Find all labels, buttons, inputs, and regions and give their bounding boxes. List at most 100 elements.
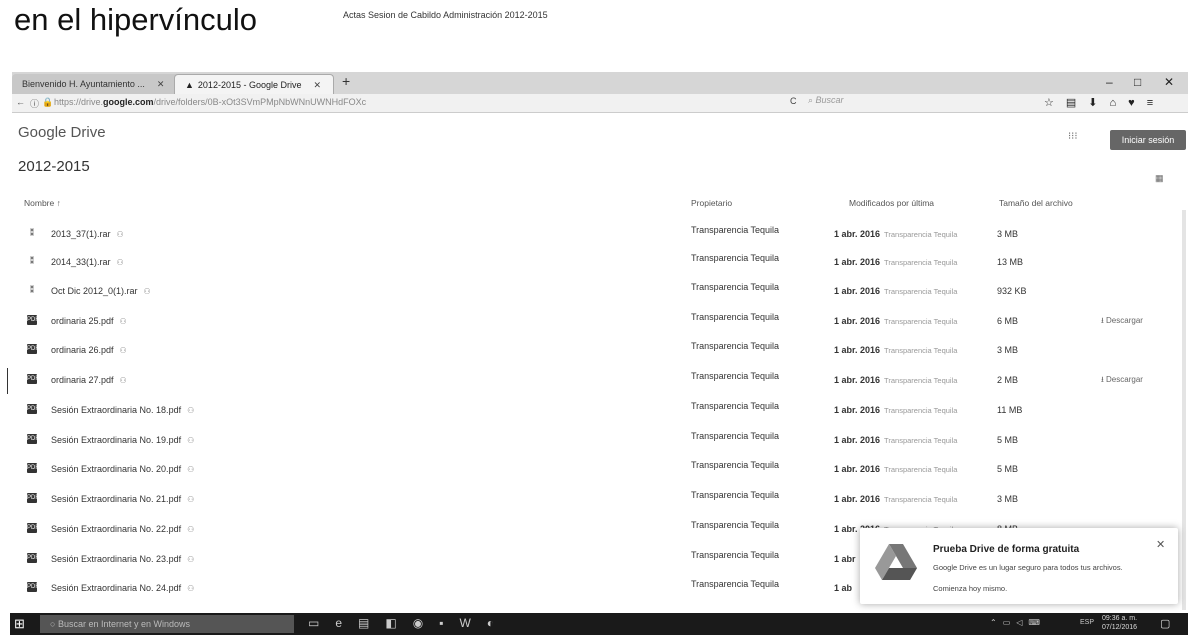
pocket-icon[interactable]: ♥ [1128,97,1147,109]
shared-icon: ⚇ [187,406,195,415]
modified-by: Transparencia Tequila [884,287,958,296]
chevron-up-icon[interactable]: ⌃ [990,618,1003,627]
modified-by: Transparencia Tequila [884,230,958,239]
reading-list-icon[interactable]: ▤ [1066,97,1088,109]
download-icon[interactable]: ⬇ [1088,97,1109,109]
menu-icon[interactable]: ≡ [1147,97,1165,109]
file-row[interactable]: PDF Sesión Extraordinaria No. 18.pdf ⚇ Tran… [0,401,1188,433]
file-row[interactable]: PDF ordinaria 26.pdf ⚇ Transparencia Tequil… [0,341,1188,373]
new-tab-button[interactable]: + [342,73,350,89]
file-row[interactable]: PDF ordinaria 27.pdf ⚇ Transparencia Tequil… [0,371,1188,403]
grid-view-icon[interactable]: ▦ [1155,173,1164,184]
file-name[interactable]: ordinaria 27.pdf ⚇ [51,375,127,385]
app-icon[interactable]: ▪ [439,616,459,630]
file-name[interactable]: ordinaria 25.pdf ⚇ [51,316,127,326]
system-tray: ⌃▭◁⌨ [990,618,1046,627]
file-owner: Transparencia Tequila [691,550,780,560]
file-explorer-icon[interactable]: ▤ [358,616,385,630]
file-row[interactable]: PDF Sesión Extraordinaria No. 19.pdf ⚇ Tran… [0,431,1188,463]
minimize-icon[interactable]: – [1106,75,1113,89]
file-modified: 1 abr. 2016Transparencia Tequila [834,229,958,239]
file-name[interactable]: Sesión Extraordinaria No. 20.pdf ⚇ [51,464,194,474]
clock-date: 07/12/2016 [1102,624,1138,631]
close-icon[interactable]: ✕ [313,80,321,90]
edge-icon[interactable]: e [335,616,358,630]
file-name[interactable]: ordinaria 26.pdf ⚇ [51,345,127,355]
bookmark-star-icon[interactable]: ☆ [1044,97,1066,109]
tab-google-drive[interactable]: ▲ 2012-2015 - Google Drive ✕ [174,74,334,95]
close-icon[interactable]: ✕ [1156,538,1165,551]
file-size: 3 MB [997,494,1019,504]
language-indicator[interactable]: ESP [1080,619,1094,626]
file-owner: Transparencia Tequila [691,431,780,441]
info-icon[interactable]: ⓘ [30,97,39,110]
file-name[interactable]: Sesión Extraordinaria No. 24.pdf ⚇ [51,583,194,593]
taskbar-search-input[interactable]: ○ Buscar en Internet y en Windows [40,615,294,633]
maximize-icon[interactable]: □ [1134,75,1141,89]
pdf-file-icon: PDF [27,493,39,503]
word-icon[interactable]: W [459,616,486,630]
cortana-icon: ○ [50,619,58,629]
store-icon[interactable]: ◧ [385,616,412,630]
file-name[interactable]: Sesión Extraordinaria No. 19.pdf ⚇ [51,435,194,445]
lock-icon: 🔒 [42,97,54,107]
shared-icon: ⚇ [187,525,195,534]
network-icon[interactable]: ▭ [1003,618,1017,627]
file-owner: Transparencia Tequila [691,401,780,411]
volume-icon[interactable]: ◁ [1016,618,1028,627]
back-icon[interactable]: ← [16,97,25,107]
modified-by: Transparencia Tequila [884,258,958,267]
close-window-icon[interactable]: ✕ [1164,75,1174,89]
file-name[interactable]: Oct Dic 2012_0(1).rar ⚇ [51,286,151,296]
tab-ayuntamiento[interactable]: Bienvenido H. Ayuntamiento ... ✕ [12,74,180,94]
file-name[interactable]: Sesión Extraordinaria No. 18.pdf ⚇ [51,405,194,415]
file-row[interactable]: ⁑ 2013_37(1).rar ⚇ Transparencia Tequila 1 a… [0,225,1188,257]
file-name[interactable]: 2013_37(1).rar ⚇ [51,229,124,239]
notification-icon[interactable]: ▢ [1160,617,1170,630]
modified-by: Transparencia Tequila [884,317,958,326]
column-size[interactable]: Tamaño del archivo [999,198,1073,208]
file-row[interactable]: PDF Sesión Extraordinaria No. 21.pdf ⚇ Tran… [0,490,1188,522]
file-owner: Transparencia Tequila [691,520,780,530]
file-name[interactable]: Sesión Extraordinaria No. 21.pdf ⚇ [51,494,194,504]
file-name[interactable]: Sesión Extraordinaria No. 22.pdf ⚇ [51,524,194,534]
google-drive-logo[interactable]: Google Drive [18,124,106,141]
file-list-header: Nombre ↑ Propietario Modificados por últ… [0,198,1188,212]
browser-nav-bar: ← ⓘ 🔒 https://drive.google.com/drive/fol… [12,94,1188,113]
url-bar[interactable]: https://drive.google.com/drive/folders/0… [54,97,366,107]
keyboard-icon[interactable]: ⌨ [1028,618,1046,627]
column-modified[interactable]: Modificados por última [849,198,934,208]
file-row[interactable]: ⁑ Oct Dic 2012_0(1).rar ⚇ Transparencia Teq… [0,282,1188,314]
reload-icon[interactable]: C [790,96,797,106]
search-icon: ⌕ [808,95,816,105]
task-view-icon[interactable]: ▭ [308,616,335,630]
promo-description: Google Drive es un lugar seguro para tod… [933,563,1123,572]
file-name[interactable]: Sesión Extraordinaria No. 23.pdf ⚇ [51,554,194,564]
scrollbar[interactable] [1182,210,1186,610]
file-row[interactable]: ⁑ 2014_33(1).rar ⚇ Transparencia Tequila 1 a… [0,253,1188,285]
clock[interactable]: 09:36 a. m. 07/12/2016 [1102,614,1137,632]
promo-cta-link[interactable]: Comienza hoy mismo. [933,584,1007,593]
file-owner: Transparencia Tequila [691,579,780,589]
download-button[interactable]: ⭳ Descargar [1101,374,1143,388]
column-owner[interactable]: Propietario [691,198,732,208]
windows-start-icon[interactable]: ⊞ [14,616,25,632]
pdf-file-icon: PDF [27,434,39,444]
file-modified: 1 abr. 2016Transparencia Tequila [834,345,958,355]
chrome-icon[interactable]: ◉ [413,616,439,630]
google-drive-icon [875,544,917,580]
close-icon[interactable]: ✕ [157,79,165,89]
signin-button[interactable]: Iniciar sesión [1110,130,1186,150]
file-row[interactable]: PDF ordinaria 25.pdf ⚇ Transparencia Tequil… [0,312,1188,344]
archive-file-icon: ⁑ [29,228,35,238]
apps-grid-icon[interactable]: ⁝⁝⁝ [1068,131,1078,142]
firefox-icon[interactable]: ◐ [487,616,510,630]
home-icon[interactable]: ⌂ [1110,97,1129,109]
column-name[interactable]: Nombre ↑ [24,198,61,208]
browser-search-input[interactable]: ⌕ Buscar [804,95,1018,109]
file-name[interactable]: 2014_33(1).rar ⚇ [51,257,124,267]
shared-icon: ⚇ [119,317,127,326]
download-button[interactable]: ⭳ Descargar [1101,315,1143,329]
pdf-file-icon: PDF [27,582,39,592]
file-row[interactable]: PDF Sesión Extraordinaria No. 20.pdf ⚇ Tran… [0,460,1188,492]
